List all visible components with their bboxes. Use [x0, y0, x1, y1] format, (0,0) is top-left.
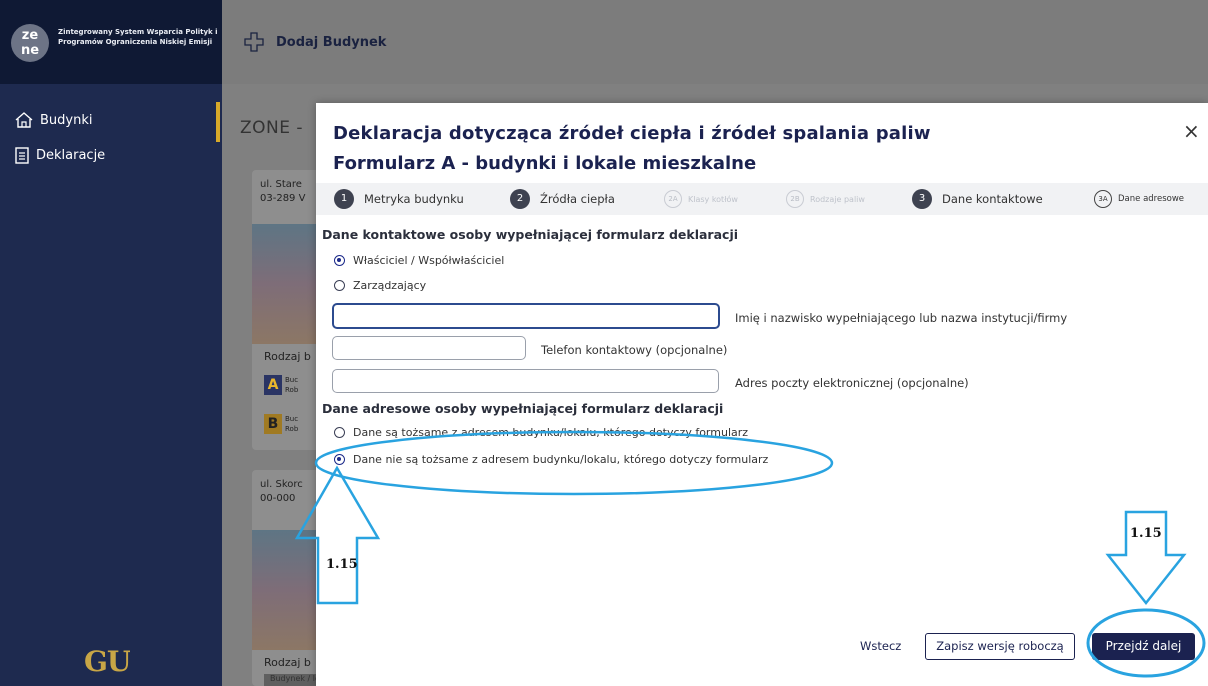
- card-thumbnail: [252, 224, 322, 344]
- add-building-label: Dodaj Budynek: [276, 34, 387, 50]
- radio-button[interactable]: [334, 454, 345, 465]
- annotation-label: 1.15: [1130, 526, 1162, 541]
- modal-subtitle: Formularz A - budynki i lokale mieszkaln…: [333, 153, 757, 174]
- radio-address-different[interactable]: Dane nie są tożsame z adresem budynku/lo…: [334, 453, 768, 466]
- sidebar-item-label: Budynki: [40, 112, 93, 128]
- card-type-label: Rodzaj b: [264, 350, 311, 363]
- name-field-label: Imię i nazwisko wypełniającego lub nazwa…: [735, 311, 1068, 325]
- badge-b-text: Buc Rob: [285, 415, 299, 433]
- badge-a-text: Buc Rob: [285, 376, 299, 394]
- form-stepper: 1 Metryka budynku 2 Źródła ciepła 2A Kla…: [316, 183, 1208, 215]
- radio-manager[interactable]: Zarządzający: [334, 279, 426, 292]
- modal-title: Deklaracja dotycząca źródeł ciepła i źró…: [333, 123, 931, 144]
- step-zrodla[interactable]: 2 Źródła ciepła: [510, 189, 615, 209]
- save-draft-button[interactable]: Zapisz wersję roboczą: [925, 633, 1075, 660]
- phone-field-label: Telefon kontaktowy (opcjonalne): [541, 343, 728, 357]
- card-type-label: Rodzaj b: [264, 656, 311, 669]
- back-button[interactable]: Wstecz: [860, 639, 901, 653]
- sidebar-item-deklaracje[interactable]: Deklaracje: [14, 146, 105, 164]
- building-card[interactable]: ul. Skorc 00-000 Rodzaj b: [252, 470, 322, 686]
- topbar: Dodaj Budynek: [222, 0, 1208, 84]
- phone-input[interactable]: [333, 337, 525, 359]
- radio-address-same[interactable]: Dane są tożsame z adresem budynku/lokalu…: [334, 426, 748, 439]
- name-field[interactable]: [332, 303, 720, 329]
- class-badge-a: A: [264, 375, 282, 395]
- step-dane-kontaktowe[interactable]: 3 Dane kontaktowe: [912, 189, 1043, 209]
- radio-owner[interactable]: Właściciel / Współwłaściciel: [334, 254, 504, 267]
- phone-field[interactable]: [332, 336, 526, 360]
- step-dane-adresowe[interactable]: 3A Dane adresowe: [1094, 190, 1184, 208]
- email-field[interactable]: [332, 369, 719, 393]
- clipboard-icon: [15, 147, 29, 164]
- email-field-label: Adres poczty elektronicznej (opcjonalne): [735, 376, 969, 390]
- address-section-title: Dane adresowe osoby wypełniającej formul…: [322, 401, 724, 416]
- annotation-label: 1.15: [326, 557, 358, 572]
- next-button[interactable]: Przejdź dalej: [1092, 633, 1195, 660]
- footer-logo: GU: [84, 648, 130, 678]
- name-input[interactable]: [334, 305, 718, 327]
- content-heading: ZONE -: [240, 118, 304, 138]
- add-building-button[interactable]: Dodaj Budynek: [244, 32, 386, 52]
- sidebar: ze ne Zintegrowany System Wsparcia Polity…: [0, 0, 222, 686]
- radio-button[interactable]: [334, 255, 345, 266]
- active-indicator: [216, 102, 220, 142]
- sidebar-item-label: Deklaracje: [36, 147, 106, 163]
- card-street: ul. Skorc 00-000: [260, 479, 303, 504]
- sidebar-logo-row: ze ne Zintegrowany System Wsparcia Polity…: [0, 0, 222, 84]
- card-street: ul. Stare 03-289 V: [260, 179, 306, 204]
- email-input[interactable]: [333, 370, 718, 392]
- radio-button[interactable]: [334, 280, 345, 291]
- app-logo[interactable]: ze ne: [11, 24, 49, 62]
- contact-section-title: Dane kontaktowe osoby wypełniającej form…: [322, 227, 739, 242]
- plus-outline-icon: [244, 32, 264, 52]
- step-rodzaje: 2B Rodzaje paliw: [786, 190, 865, 208]
- step-metryka[interactable]: 1 Metryka budynku: [334, 189, 464, 209]
- step-klasy: 2A Klasy kotłów: [664, 190, 738, 208]
- building-card[interactable]: ul. Stare 03-289 V Rodzaj b: [252, 170, 322, 450]
- app-name: Zintegrowany System Wsparcia Polityk i P…: [58, 28, 218, 46]
- declaration-modal: Deklaracja dotycząca źródeł ciepła i źró…: [316, 103, 1208, 686]
- sidebar-item-budynki[interactable]: Budynki: [14, 111, 92, 129]
- class-badge-b: B: [264, 414, 282, 434]
- card-thumbnail: [252, 530, 322, 650]
- house-icon: [15, 112, 33, 128]
- close-icon[interactable]: ×: [1183, 119, 1200, 143]
- radio-button[interactable]: [334, 427, 345, 438]
